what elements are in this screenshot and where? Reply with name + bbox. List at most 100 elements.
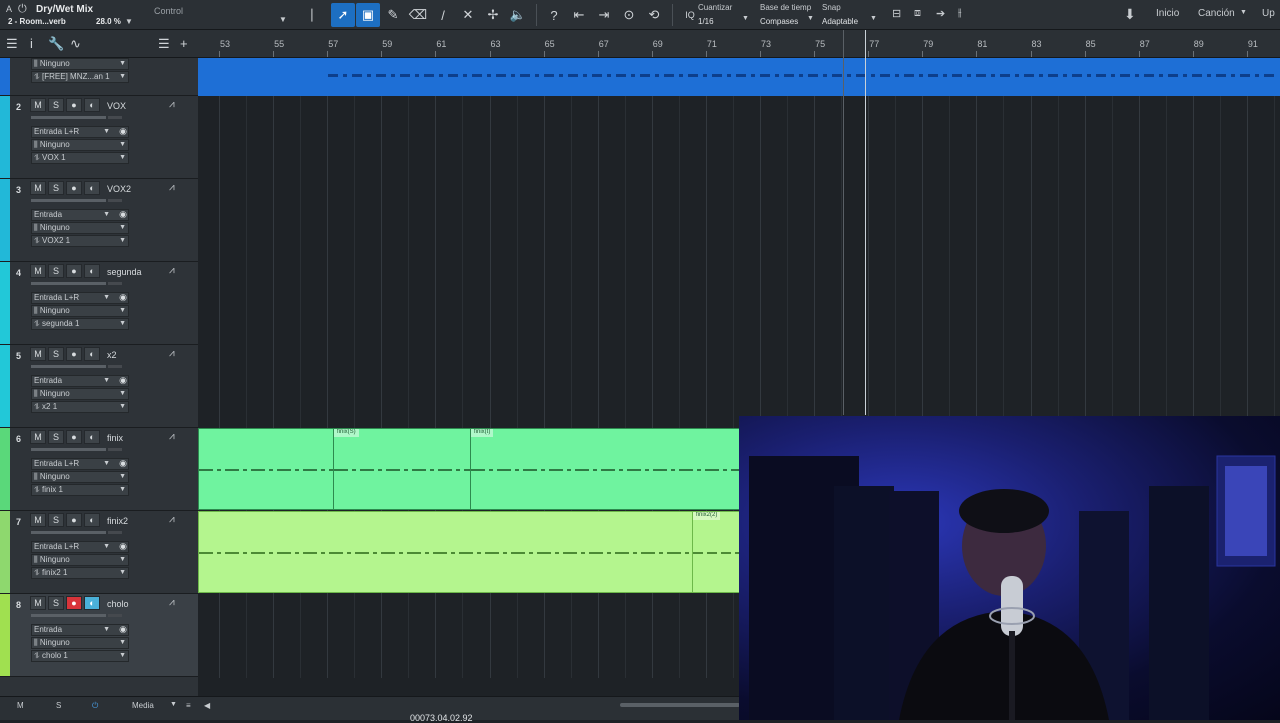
volume-slider[interactable] bbox=[31, 282, 122, 285]
info-icon[interactable]: i bbox=[30, 36, 33, 51]
monitor-toggle-icon[interactable]: ◉ bbox=[117, 375, 129, 387]
monitor-toggle-icon[interactable]: ◉ bbox=[117, 458, 129, 470]
chevron-down-icon[interactable]: ▼ bbox=[807, 15, 814, 22]
track-header[interactable]: 4 M S ● ◐ segunda ⩘ Entrada L+R ▼ ◉ ⫼ Ninguno ▼ ⥮ se… bbox=[0, 262, 198, 345]
monitor-toggle-icon[interactable]: ◉ bbox=[117, 624, 129, 636]
track-name[interactable]: VOX bbox=[107, 101, 126, 111]
track-header[interactable]: ⫼ Ninguno ▼ ⥮ [FREE] MNZ...an 1 ▼ bbox=[0, 58, 198, 96]
record-arm-button[interactable]: ● bbox=[66, 98, 82, 112]
track-name[interactable]: segunda bbox=[107, 267, 142, 277]
waveform-icon[interactable]: ⩘ bbox=[169, 514, 175, 525]
layer-select[interactable]: ⥮ VOX 1 ▼ bbox=[31, 152, 129, 164]
audio-clip-track1[interactable] bbox=[198, 58, 1280, 96]
wrench-icon[interactable]: 🔧 bbox=[48, 36, 64, 52]
waveform-icon[interactable]: ⩘ bbox=[169, 597, 175, 608]
monitor-toggle-icon[interactable]: ◉ bbox=[117, 541, 129, 553]
record-arm-button[interactable]: ● bbox=[66, 596, 82, 610]
bus-select[interactable]: ⫼ Ninguno ▼ bbox=[31, 637, 129, 649]
record-arm-button[interactable]: ● bbox=[66, 430, 82, 444]
record-arm-button[interactable]: ● bbox=[66, 264, 82, 278]
volume-slider[interactable] bbox=[31, 448, 122, 451]
layer-select[interactable]: ⥮ finix2 1 ▼ bbox=[31, 567, 129, 579]
add-track-icon[interactable]: + bbox=[180, 36, 188, 51]
track-header[interactable]: 8 M S ● ◐ cholo ⩘ Entrada ▼ ◉ ⫼ Ninguno ▼ ⥮ cholo 1 ▼ bbox=[0, 594, 198, 677]
input-select[interactable]: Entrada L+R ▼ ◉ bbox=[31, 126, 129, 138]
audio-clip-finix2[interactable]: finix2(2) bbox=[692, 511, 740, 593]
automation-icon[interactable]: A bbox=[6, 4, 12, 14]
input-select[interactable]: Entrada ▼ ◉ bbox=[31, 375, 129, 387]
waveform-icon[interactable]: ⩘ bbox=[169, 348, 175, 359]
record-arm-button[interactable]: ● bbox=[66, 347, 82, 361]
bus-select[interactable]: ⫼ Ninguno ▼ bbox=[31, 305, 129, 317]
solo-button[interactable]: S bbox=[48, 430, 64, 444]
layer-select[interactable]: ⥮ VOX2 1 ▼ bbox=[31, 235, 129, 247]
input-select[interactable]: Entrada L+R ▼ ◉ bbox=[31, 458, 129, 470]
nav-inicio[interactable]: Inicio bbox=[1156, 8, 1179, 19]
track-name[interactable]: finix2 bbox=[107, 516, 128, 526]
waveform-icon[interactable]: ⩘ bbox=[169, 182, 175, 193]
split-tool-icon[interactable]: ✎ bbox=[381, 3, 405, 27]
monitor-button[interactable]: ◐ bbox=[84, 513, 100, 527]
power-icon[interactable]: ⏻ bbox=[92, 701, 98, 711]
power-icon[interactable]: ⏻ bbox=[18, 3, 27, 16]
marker-icon[interactable]: ⫲ bbox=[958, 7, 962, 20]
mute-button[interactable]: M bbox=[30, 513, 46, 527]
range-tool-icon[interactable]: ▣ bbox=[356, 3, 380, 27]
track-header[interactable]: 6 M S ● ◐ finix ⩘ Entrada L+R ▼ ◉ ⫼ Ninguno ▼ ⥮ fini… bbox=[0, 428, 198, 511]
layer-select[interactable]: ⥮ finix 1 ▼ bbox=[31, 484, 129, 496]
layer-select[interactable]: ⥮ cholo 1 ▼ bbox=[31, 650, 129, 662]
chevron-down-icon[interactable]: ▼ bbox=[1240, 9, 1247, 16]
track-header[interactable]: 5 M S ● ◐ x2 ⩘ Entrada ▼ ◉ ⫼ Ninguno ▼ ⥮ x2 1 ▼ bbox=[0, 345, 198, 428]
volume-slider[interactable] bbox=[31, 116, 122, 119]
waveform-icon[interactable]: ⩘ bbox=[169, 431, 175, 442]
mute-button[interactable]: M bbox=[30, 347, 46, 361]
chevron-down-icon[interactable]: ▼ bbox=[170, 701, 177, 708]
playhead[interactable] bbox=[865, 30, 866, 415]
collapse-icon[interactable]: ⊟ bbox=[892, 7, 901, 20]
audio-clip-finix2[interactable] bbox=[198, 511, 693, 593]
zoom-icon[interactable]: ⊙ bbox=[617, 3, 641, 27]
monitor-button[interactable]: ◐ bbox=[84, 181, 100, 195]
bus-select[interactable]: ⫼ Ninguno ▼ bbox=[31, 58, 129, 70]
volume-slider[interactable] bbox=[31, 531, 122, 534]
chevron-down-icon[interactable]: ▼ bbox=[279, 15, 287, 24]
solo-button[interactable]: S bbox=[48, 264, 64, 278]
volume-slider[interactable] bbox=[31, 614, 122, 617]
mute-button[interactable]: M bbox=[30, 596, 46, 610]
snap-value[interactable]: Adaptable bbox=[822, 15, 858, 29]
listen-tool-icon[interactable]: 🔈 bbox=[506, 3, 530, 27]
input-select[interactable]: Entrada ▼ ◉ bbox=[31, 209, 129, 221]
track-name[interactable]: finix bbox=[107, 433, 123, 443]
record-arm-button[interactable]: ● bbox=[66, 513, 82, 527]
mute-button[interactable]: M bbox=[30, 430, 46, 444]
solo-button[interactable]: S bbox=[48, 98, 64, 112]
fit-icon[interactable]: ⧈ bbox=[914, 7, 921, 20]
track-name[interactable]: VOX2 bbox=[107, 184, 131, 194]
horizontal-scrollbar[interactable] bbox=[620, 703, 740, 707]
help-icon[interactable]: ? bbox=[542, 3, 566, 27]
input-select[interactable]: Entrada ▼ ◉ bbox=[31, 624, 129, 636]
waveform-icon[interactable]: ⩘ bbox=[169, 99, 175, 110]
mute-all-button[interactable]: M bbox=[17, 701, 24, 710]
loop-marker[interactable] bbox=[843, 30, 844, 415]
monitor-toggle-icon[interactable]: ◉ bbox=[117, 292, 129, 304]
pin-tool-icon[interactable]: ⎸ bbox=[306, 3, 330, 27]
solo-all-button[interactable]: S bbox=[56, 701, 61, 710]
arrow-tool-icon[interactable]: ➚ bbox=[331, 3, 355, 27]
monitor-button[interactable]: ◐ bbox=[84, 98, 100, 112]
record-arm-button[interactable]: ● bbox=[66, 181, 82, 195]
solo-button[interactable]: S bbox=[48, 513, 64, 527]
timeline-ruler[interactable]: 53 55 57 59 61 63 65 67 69 71 73 75 77 79 81 83 85 87 89 91 bbox=[198, 30, 1280, 58]
volume-slider[interactable] bbox=[31, 365, 122, 368]
nudge-right-icon[interactable]: ⇥ bbox=[592, 3, 616, 27]
waveform-icon[interactable]: ⩘ bbox=[169, 265, 175, 276]
chevron-down-icon[interactable]: ▼ bbox=[870, 15, 877, 22]
track-name[interactable]: cholo bbox=[107, 599, 129, 609]
loop-icon[interactable]: ⟲ bbox=[642, 3, 666, 27]
monitor-toggle-icon[interactable]: ◉ bbox=[117, 126, 129, 138]
bend-tool-icon[interactable]: ✢ bbox=[481, 3, 505, 27]
mute-tool-icon[interactable]: ✕ bbox=[456, 3, 480, 27]
chevron-down-icon[interactable]: ▼ bbox=[125, 17, 133, 26]
scroll-left-icon[interactable]: ◀ bbox=[204, 701, 210, 710]
solo-button[interactable]: S bbox=[48, 596, 64, 610]
